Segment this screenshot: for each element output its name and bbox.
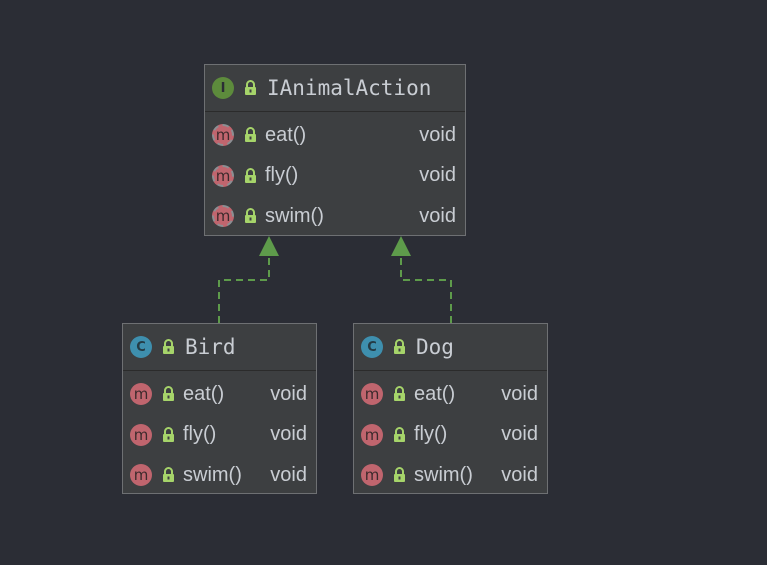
method-row[interactable]: m swim() void <box>205 196 465 237</box>
method-return-type: void <box>270 463 307 486</box>
class-icon: C <box>361 336 383 358</box>
bird-realization-arrowhead <box>259 236 279 256</box>
class-box-dog[interactable]: C Dog m eat() void m fly() void m swim()… <box>353 323 548 494</box>
dog-realization-arrowhead <box>391 236 411 256</box>
method-icon: m <box>361 464 383 487</box>
method-icon: m <box>212 124 234 147</box>
bird-realization-edge <box>218 236 279 323</box>
lock-icon <box>163 467 174 483</box>
method-row[interactable]: m swim() void <box>354 455 547 496</box>
lock-icon <box>245 127 256 143</box>
method-name: swim() <box>183 463 242 486</box>
method-name: eat() <box>414 382 456 405</box>
method-return-type: void <box>270 382 307 405</box>
method-name: fly() <box>183 423 217 446</box>
class-icon: C <box>130 336 152 358</box>
lock-icon <box>394 426 405 442</box>
method-icon: m <box>130 383 152 406</box>
method-return-type: void <box>270 423 307 446</box>
method-row[interactable]: m eat() void <box>123 374 316 415</box>
method-name: swim() <box>265 204 324 227</box>
lock-icon <box>245 80 256 95</box>
class-box-bird[interactable]: C Bird m eat() void m fly() void m swim(… <box>122 323 317 494</box>
lock-icon <box>163 386 174 402</box>
method-icon: m <box>130 464 152 487</box>
method-return-type: void <box>419 123 456 146</box>
method-icon: m <box>212 164 234 187</box>
class-header: C Dog <box>354 324 547 371</box>
lock-icon <box>394 467 405 483</box>
interface-header: I IAnimalAction <box>205 65 465 112</box>
method-row[interactable]: m fly() void <box>354 415 547 456</box>
method-name: swim() <box>414 463 473 486</box>
method-name: fly() <box>265 164 299 187</box>
lock-icon <box>394 339 405 354</box>
interface-icon: I <box>212 77 234 99</box>
lock-icon <box>245 208 256 224</box>
method-name: eat() <box>183 382 225 405</box>
method-return-type: void <box>419 164 456 187</box>
method-return-type: void <box>419 204 456 227</box>
method-row[interactable]: m fly() void <box>123 415 316 456</box>
method-name: fly() <box>414 423 448 446</box>
method-return-type: void <box>501 423 538 446</box>
class-header: C Bird <box>123 324 316 371</box>
class-name: Dog <box>416 335 454 359</box>
method-icon: m <box>212 205 234 228</box>
lock-icon <box>163 339 174 354</box>
method-return-type: void <box>501 382 538 405</box>
lock-icon <box>163 426 174 442</box>
interface-name: IAnimalAction <box>267 76 432 100</box>
lock-icon <box>394 386 405 402</box>
method-icon: m <box>130 423 152 446</box>
method-row[interactable]: m swim() void <box>123 455 316 496</box>
interface-box-ianimalaction[interactable]: I IAnimalAction m eat() void m fly() voi… <box>204 64 466 236</box>
method-row[interactable]: m eat() void <box>354 374 547 415</box>
method-name: eat() <box>265 123 307 146</box>
method-row[interactable]: m eat() void <box>205 115 465 156</box>
class-name: Bird <box>185 335 236 359</box>
method-icon: m <box>361 383 383 406</box>
dog-realization-edge <box>391 236 452 323</box>
lock-icon <box>245 167 256 183</box>
method-return-type: void <box>501 463 538 486</box>
method-icon: m <box>361 423 383 446</box>
method-row[interactable]: m fly() void <box>205 156 465 197</box>
